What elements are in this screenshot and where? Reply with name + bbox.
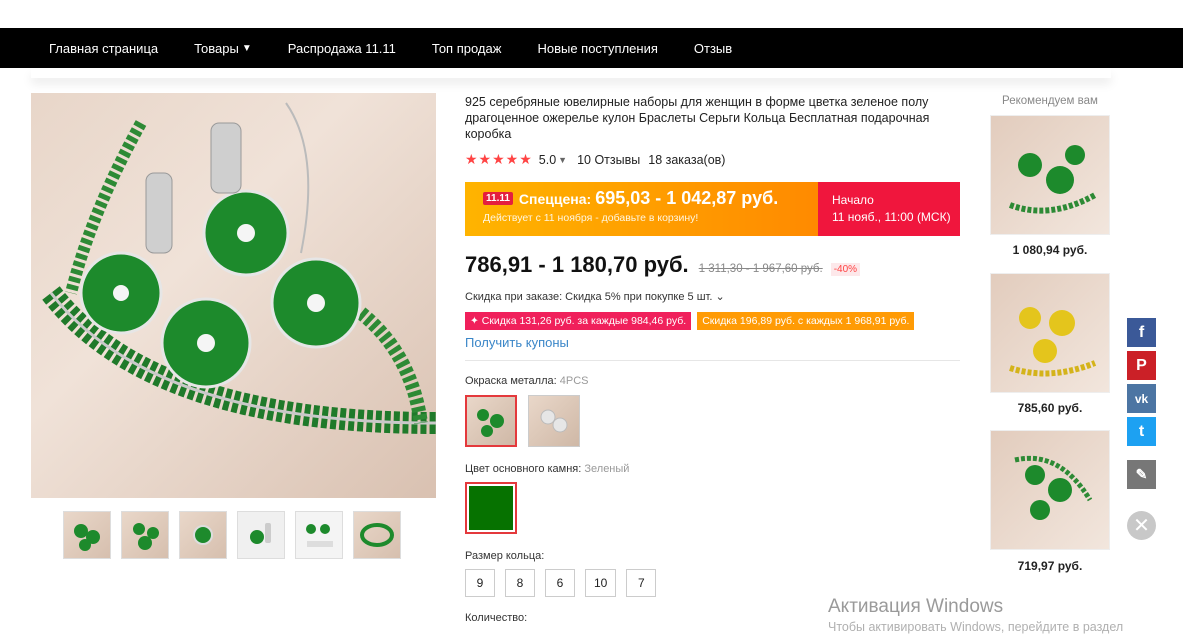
stone-color-label: Цвет основного камня: Зеленый <box>465 463 629 475</box>
thumbnail-6[interactable] <box>353 511 401 559</box>
orders-count: 18 заказа(ов) <box>648 152 726 167</box>
rating-stars-icon: ★★★★★ <box>465 151 533 167</box>
nav-top-sales[interactable]: Топ продаж <box>432 41 502 56</box>
thumbnail-5[interactable] <box>295 511 343 559</box>
divider <box>465 360 960 361</box>
promo-note: Действует с 11 ноября - добавьте в корзи… <box>483 212 699 224</box>
coupon-2[interactable]: Скидка 196,89 руб. с каждых 1 968,91 руб… <box>697 312 915 330</box>
nav-sale-label: Распродажа 11.11 <box>287 40 396 56</box>
jewelry-illustration <box>42 102 436 434</box>
recommend-item-1-image[interactable] <box>990 115 1110 235</box>
nav-home[interactable]: Главная страница <box>49 41 158 56</box>
twitter-share-icon[interactable]: t <box>1127 417 1156 446</box>
nav-home-label: Главная страница <box>49 40 159 56</box>
rating-row: ★★★★★ 5.0 ▼ 10 Отзывы 18 заказа(ов) <box>465 151 725 168</box>
green-swatch <box>469 486 513 530</box>
coupon-1[interactable]: ✦ Скидка 131,26 руб. за каждые 984,46 ру… <box>465 312 692 330</box>
pinterest-share-icon[interactable]: P <box>1127 351 1156 380</box>
coupon-row: ✦ Скидка 131,26 руб. за каждые 984,46 ру… <box>465 312 915 330</box>
recommend-item-1-price: 1 080,94 руб. <box>1012 243 1088 257</box>
close-icon[interactable]: ✕ <box>1127 511 1156 540</box>
recommend-title: Рекомендуем вам <box>1002 95 1098 107</box>
nav-shadow <box>31 68 1111 78</box>
promo-start-time: 11 нояб., 11:00 (МСК) <box>832 210 951 224</box>
nav-top-sales-label: Топ продаж <box>431 40 502 56</box>
product-main-image[interactable] <box>31 93 436 498</box>
chevron-down-icon[interactable]: ▼ <box>558 155 567 165</box>
metal-option-2[interactable] <box>528 395 580 447</box>
product-title: 925 серебряные ювелирные наборы для женщ… <box>465 95 930 141</box>
nav-reviews[interactable]: Отзыв <box>694 41 732 56</box>
thumbnail-2[interactable] <box>121 511 169 559</box>
stone-value: Зеленый <box>584 463 630 475</box>
thumbnail-4[interactable] <box>237 511 285 559</box>
rating-value[interactable]: 5.0 <box>539 153 556 167</box>
metal-label-text: Окраска металла: <box>465 375 560 387</box>
product-thumbnails <box>63 511 401 559</box>
sale-badge: 11.11 <box>483 192 513 205</box>
old-price: 1 311,30 - 1 967,60 руб. <box>698 263 823 275</box>
recommend-item-3-image[interactable] <box>990 430 1110 550</box>
thumbnail-1[interactable] <box>63 511 111 559</box>
edit-icon[interactable]: ✎ <box>1127 460 1156 489</box>
promo-banner: 11.11 Спеццена: 695,03 - 1 042,87 руб. Д… <box>465 182 960 236</box>
promo-price: 695,03 - 1 042,87 руб. <box>595 188 779 208</box>
price-row: 786,91 - 1 180,70 руб. 1 311,30 - 1 967,… <box>465 252 861 278</box>
discount-badge: -40% <box>830 263 861 276</box>
nav-reviews-label: Отзыв <box>693 40 733 56</box>
promo-label: Спеццена: <box>518 190 592 207</box>
chevron-down-icon: ▼ <box>241 42 252 54</box>
metal-color-label: Окраска металла: 4PCS <box>465 375 589 387</box>
vk-share-icon[interactable]: vk <box>1127 384 1156 413</box>
promo-start-block: Начало 11 нояб., 11:00 (МСК) <box>818 182 960 236</box>
nav-products-label: Товары <box>194 40 239 56</box>
reviews-count[interactable]: 10 Отзывы <box>577 153 640 167</box>
size-option-10[interactable]: 10 <box>585 569 617 597</box>
ring-size-label: Размер кольца: <box>465 550 545 562</box>
get-coupons-link[interactable]: Получить купоны <box>465 335 569 350</box>
stone-label-text: Цвет основного камня: <box>465 463 585 475</box>
size-option-7[interactable]: 7 <box>626 569 657 597</box>
stone-option-green[interactable] <box>465 482 517 534</box>
main-nav: Главная страница Товары ▼ Распродажа 11.1… <box>31 28 1111 68</box>
thumbnail-3[interactable] <box>179 511 227 559</box>
windows-activation-subtext: Чтобы активировать Windows, перейдите в … <box>828 620 1124 634</box>
ring-size-options: 9 8 6 10 7 <box>465 569 657 597</box>
promo-price-block: 11.11 Спеццена: 695,03 - 1 042,87 руб. Д… <box>465 182 818 236</box>
nav-products[interactable]: Товары ▼ <box>194 41 252 56</box>
recommend-item-2-price: 785,60 руб. <box>1017 401 1083 415</box>
quantity-label: Количество: <box>465 612 528 624</box>
metal-option-1[interactable] <box>465 395 517 447</box>
nav-sale[interactable]: Распродажа 11.11 <box>288 41 396 56</box>
size-option-6[interactable]: 6 <box>545 569 575 597</box>
recommend-item-2-image[interactable] <box>990 273 1110 393</box>
promo-start-label: Начало <box>832 193 874 207</box>
recommend-item-3-price: 719,97 руб. <box>1017 559 1083 573</box>
nav-new-arrivals[interactable]: Новые поступления <box>537 41 657 56</box>
size-option-9[interactable]: 9 <box>465 569 495 597</box>
metal-value: 4PCS <box>559 375 589 387</box>
facebook-share-icon[interactable]: f <box>1127 318 1156 347</box>
order-discount[interactable]: Скидка при заказе: Скидка 5% при покупке… <box>465 290 725 303</box>
current-price: 786,91 - 1 180,70 руб. <box>465 252 689 277</box>
windows-activation-watermark: Активация Windows <box>828 596 1004 617</box>
size-option-8[interactable]: 8 <box>505 569 535 597</box>
nav-new-arrivals-label: Новые поступления <box>537 40 658 56</box>
